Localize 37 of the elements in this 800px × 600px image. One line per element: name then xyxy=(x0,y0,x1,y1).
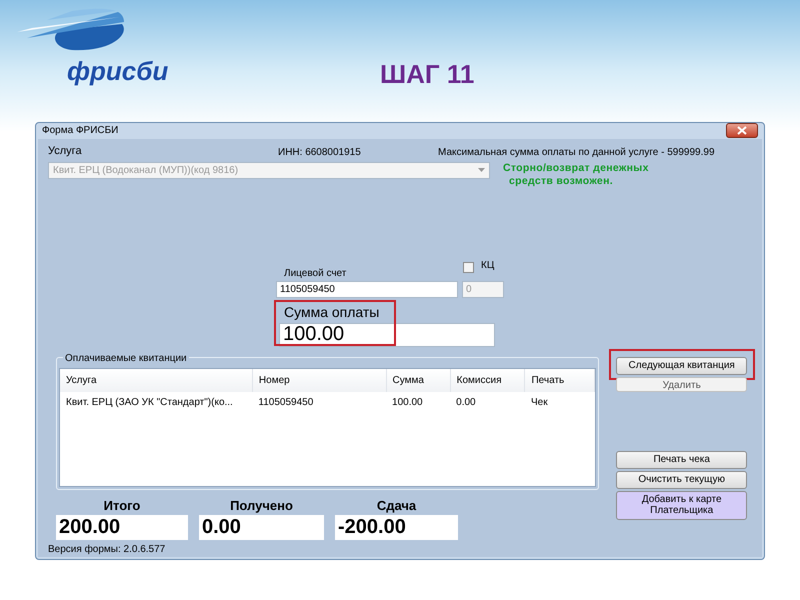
max-sum-text: Максимальная сумма оплаты по данной услуге - 599999.99 xyxy=(438,146,715,158)
column-header[interactable]: Сумма xyxy=(386,368,450,392)
column-header[interactable]: Печать xyxy=(524,368,594,392)
payment-label: Сумма оплаты xyxy=(284,302,380,322)
inn-text: ИНН: 6608001915 xyxy=(278,146,362,158)
table-cell: Чек xyxy=(524,392,594,412)
logo-text: фрисби xyxy=(67,58,168,84)
account-field[interactable]: 1105059450 xyxy=(276,280,458,298)
total-label: Получено xyxy=(229,496,294,515)
receipt-button[interactable]: Следующая квитанция xyxy=(616,356,748,374)
version-text: Версия формы: 2.0.6.577 xyxy=(48,543,166,557)
caret-icon xyxy=(478,168,485,172)
slide-title: ШАГ 11 xyxy=(380,61,474,91)
service-dropdown: Квит. ЕРЦ (Водоканал (МУП))(код 9816) xyxy=(48,162,490,178)
total-label: Сдача xyxy=(376,496,418,515)
table-cell: 1105059450 xyxy=(252,392,386,412)
service-label: Услуга xyxy=(48,144,83,158)
account-label: Лицевой счет xyxy=(284,266,348,280)
refund-note: Сторно/возврат денежных средств возможен. xyxy=(503,162,649,188)
total-field: 200.00 xyxy=(56,515,188,540)
kc-label: КЦ xyxy=(481,258,494,272)
total-field: -200.00 xyxy=(335,515,458,540)
close-button[interactable] xyxy=(726,123,758,138)
action-button[interactable]: Печать чека xyxy=(616,450,748,468)
payment-field[interactable]: 100.00 xyxy=(279,322,495,346)
column-header[interactable]: Услуга xyxy=(60,368,252,392)
table-cell: 0.00 xyxy=(450,392,525,412)
column-header[interactable]: Номер xyxy=(252,368,386,392)
window-title: Форма ФРИСБИ xyxy=(42,124,118,138)
table-cell: 100.00 xyxy=(386,392,450,412)
total-field: 0.00 xyxy=(199,515,324,540)
close-icon xyxy=(737,126,747,136)
action-button[interactable]: Очистить текущую xyxy=(616,470,748,488)
column-header[interactable]: Комиссия xyxy=(450,368,525,392)
table-cell: Квит. ЕРЦ (ЗАО УК "Стандарт")(ко... xyxy=(60,392,252,412)
action-button[interactable]: Добавить к карте Плательщика xyxy=(616,490,748,520)
total-label: Итого xyxy=(102,496,142,514)
